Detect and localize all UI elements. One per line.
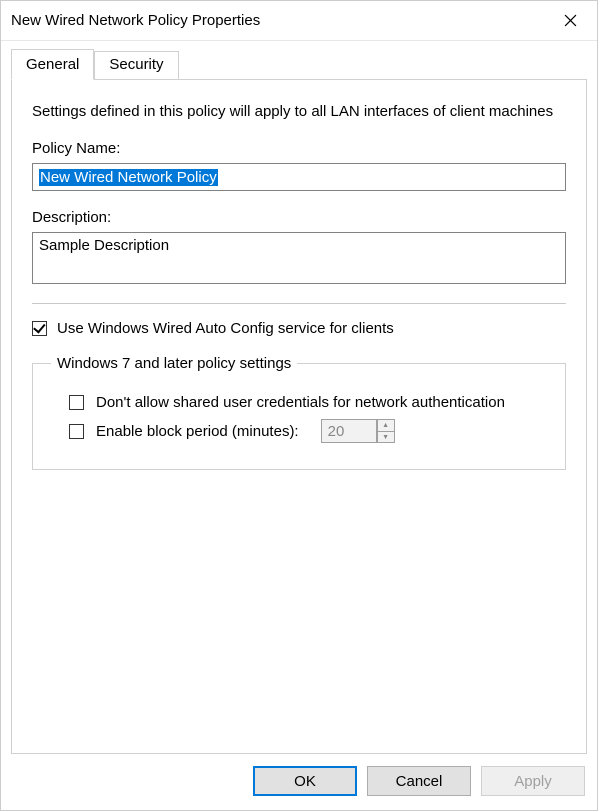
spinner-up-button[interactable]: ▲ xyxy=(377,419,395,431)
enable-block-row: Enable block period (minutes): ▲ ▼ xyxy=(69,419,547,443)
tab-panel-general: Settings defined in this policy will app… xyxy=(11,79,587,754)
use-auto-config-label: Use Windows Wired Auto Config service fo… xyxy=(57,320,394,337)
enable-block-label: Enable block period (minutes): xyxy=(96,423,299,440)
titlebar: New Wired Network Policy Properties xyxy=(1,1,597,41)
apply-button[interactable]: Apply xyxy=(481,766,585,796)
win7-group-legend: Windows 7 and later policy settings xyxy=(51,355,297,372)
description-label: Description: xyxy=(32,209,566,226)
dont-allow-shared-checkbox[interactable] xyxy=(69,395,84,410)
use-auto-config-row: Use Windows Wired Auto Config service fo… xyxy=(32,320,566,337)
spinner-buttons: ▲ ▼ xyxy=(377,419,395,443)
block-period-input[interactable] xyxy=(321,419,377,443)
window-title: New Wired Network Policy Properties xyxy=(11,12,547,29)
dont-allow-shared-row: Don't allow shared user credentials for … xyxy=(69,394,547,411)
tab-strip: General Security xyxy=(11,49,587,79)
ok-button[interactable]: OK xyxy=(253,766,357,796)
close-icon xyxy=(564,14,577,27)
enable-block-checkbox[interactable] xyxy=(69,424,84,439)
tab-security[interactable]: Security xyxy=(94,51,178,79)
description-input[interactable] xyxy=(32,232,566,284)
dialog-window: New Wired Network Policy Properties Gene… xyxy=(0,0,598,811)
spinner-down-button[interactable]: ▼ xyxy=(377,431,395,444)
cancel-button[interactable]: Cancel xyxy=(367,766,471,796)
close-button[interactable] xyxy=(547,5,593,37)
content-area: General Security Settings defined in thi… xyxy=(1,41,597,754)
use-auto-config-checkbox[interactable] xyxy=(32,321,47,336)
dont-allow-shared-label: Don't allow shared user credentials for … xyxy=(96,394,505,411)
tab-general[interactable]: General xyxy=(11,49,94,80)
intro-text: Settings defined in this policy will app… xyxy=(32,102,566,122)
win7-group: Windows 7 and later policy settings Don'… xyxy=(32,355,566,470)
policy-name-input[interactable]: New Wired Network Policy xyxy=(32,163,566,191)
policy-name-value: New Wired Network Policy xyxy=(39,169,218,186)
block-period-spinner: ▲ ▼ xyxy=(321,419,395,443)
button-bar: OK Cancel Apply xyxy=(1,754,597,810)
policy-name-label: Policy Name: xyxy=(32,140,566,157)
divider xyxy=(32,303,566,304)
